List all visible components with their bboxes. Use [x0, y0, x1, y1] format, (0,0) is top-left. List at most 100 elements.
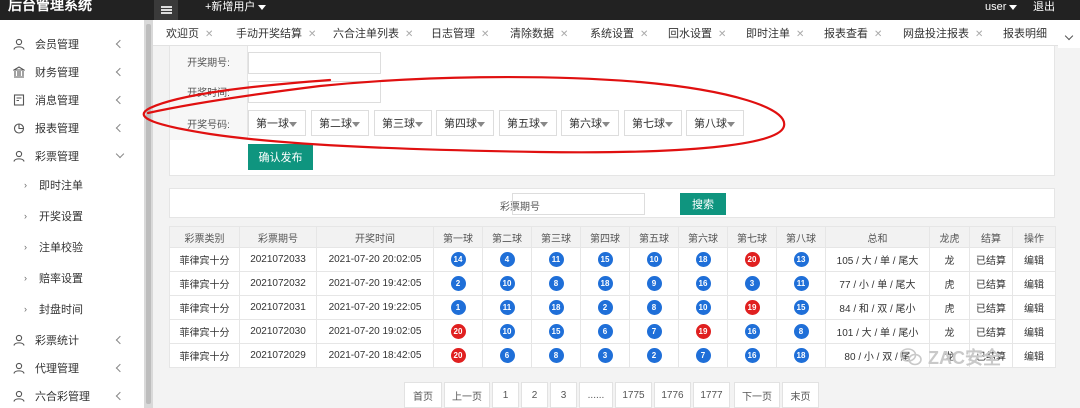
- ball-number: 19: [695, 324, 711, 339]
- caret-down-icon: [258, 4, 267, 10]
- sidebar-item-messages[interactable]: 消息管理: [0, 86, 144, 114]
- tab-mark-six-bets[interactable]: 六合注单列表 ✕: [333, 20, 413, 46]
- sidebar-item-label: 代理管理: [35, 363, 79, 375]
- ball-cell: 19: [678, 319, 728, 344]
- close-icon[interactable]: ✕: [718, 29, 726, 40]
- search-button[interactable]: 搜索: [680, 193, 726, 215]
- user-dropdown[interactable]: user: [985, 0, 1018, 14]
- sidebar-subitem-draw-settings[interactable]: › 开奖设置: [0, 201, 144, 231]
- sidebar-item-members[interactable]: 会员管理: [0, 30, 144, 58]
- ball-cell: 16: [727, 343, 777, 368]
- column-header: 第四球: [580, 226, 630, 248]
- ball-cell: 13: [776, 247, 826, 272]
- sidebar-scrollbar[interactable]: [144, 20, 153, 408]
- select-value: 第二球: [319, 118, 352, 130]
- edit-link[interactable]: 编辑: [1012, 343, 1056, 368]
- page-3-button[interactable]: 3: [550, 382, 577, 408]
- tab-rebate-settings[interactable]: 回水设置 ✕: [668, 20, 726, 46]
- chevron-left-icon: [115, 95, 125, 105]
- lottery-type-cell: 菲律宾十分: [169, 247, 240, 272]
- column-header: 彩票类别: [169, 226, 240, 248]
- tab-manual-draw[interactable]: 手动开奖结算 ✕: [236, 20, 316, 46]
- ball-cell: 8: [531, 271, 581, 296]
- sidebar-subitem-odds-settings[interactable]: › 赔率设置: [0, 263, 144, 293]
- sidebar-item-finance[interactable]: 财务管理: [0, 58, 144, 86]
- time-input[interactable]: [248, 81, 381, 103]
- period-input[interactable]: [248, 52, 381, 74]
- ball-number: 15: [793, 300, 809, 315]
- sidebar-item-label: 彩票统计: [35, 335, 79, 347]
- ball-number: 8: [793, 324, 809, 339]
- ball-cell: 3: [727, 271, 777, 296]
- sidebar-item-reports[interactable]: 报表管理: [0, 114, 144, 142]
- tab-scroll-button[interactable]: [1058, 26, 1080, 48]
- page-2-button[interactable]: 2: [521, 382, 548, 408]
- select-value: 第一球: [256, 118, 289, 130]
- menu-toggle-button[interactable]: [154, 0, 178, 20]
- last-page-button[interactable]: 末页: [782, 382, 819, 408]
- close-icon[interactable]: ✕: [560, 29, 568, 40]
- chevron-left-icon: [115, 335, 125, 345]
- close-icon[interactable]: ✕: [874, 29, 882, 40]
- document-icon: [13, 94, 25, 106]
- ball-3-select[interactable]: 第三球: [374, 110, 432, 136]
- ball-5-select[interactable]: 第五球: [499, 110, 557, 136]
- sidebar-item-agents[interactable]: 代理管理: [0, 354, 144, 382]
- ball-6-select[interactable]: 第六球: [561, 110, 619, 136]
- sidebar-item-mark-six[interactable]: 六合彩管理: [0, 382, 144, 408]
- tab-logs[interactable]: 日志管理 ✕: [431, 20, 489, 46]
- next-page-button[interactable]: 下一页: [734, 382, 780, 408]
- ball-4-select[interactable]: 第四球: [436, 110, 494, 136]
- first-page-button[interactable]: 首页: [404, 382, 442, 408]
- scrollbar-thumb[interactable]: [146, 24, 151, 404]
- chevron-down-icon: [115, 149, 125, 159]
- tab-instant-bets[interactable]: 即时注单 ✕: [746, 20, 804, 46]
- ball-2-select[interactable]: 第二球: [311, 110, 369, 136]
- page-1776-button[interactable]: 1776: [654, 382, 691, 408]
- close-icon[interactable]: ✕: [405, 29, 413, 40]
- sidebar-subitem-bet-check[interactable]: › 注单校验: [0, 232, 144, 262]
- sidebar-subitem-close-time[interactable]: › 封盘时间: [0, 294, 144, 324]
- chevron-left-icon: [115, 391, 125, 401]
- user-name: user: [985, 1, 1007, 13]
- ball-1-select[interactable]: 第一球: [248, 110, 306, 136]
- caret-down-icon: [727, 122, 735, 127]
- page-1-button[interactable]: 1: [492, 382, 519, 408]
- ball-7-select[interactable]: 第七球: [624, 110, 682, 136]
- sidebar-item-label: 报表管理: [35, 123, 79, 135]
- close-icon[interactable]: ✕: [640, 29, 648, 40]
- ball-number: 7: [695, 348, 711, 363]
- sidebar-item-label: 六合彩管理: [35, 391, 90, 403]
- sidebar-item-lottery[interactable]: 彩票管理: [0, 142, 144, 170]
- tab-online-bet-report[interactable]: 网盘投注报表 ✕: [903, 20, 983, 46]
- close-icon[interactable]: ✕: [481, 29, 489, 40]
- edit-link[interactable]: 编辑: [1012, 247, 1056, 272]
- edit-link[interactable]: 编辑: [1012, 295, 1056, 320]
- sidebar-item-lottery-stats[interactable]: 彩票统计: [0, 326, 144, 354]
- edit-link[interactable]: 编辑: [1012, 271, 1056, 296]
- tab-welcome[interactable]: 欢迎页 ✕: [166, 20, 213, 46]
- tab-system-settings[interactable]: 系统设置 ✕: [590, 20, 648, 46]
- tab-report-details[interactable]: 报表明细: [1003, 20, 1047, 46]
- close-icon[interactable]: ✕: [308, 29, 316, 40]
- page-1775-button[interactable]: 1775: [615, 382, 652, 408]
- ball-cell: 15: [776, 295, 826, 320]
- prev-page-button[interactable]: 上一页: [444, 382, 490, 408]
- tab-label: 回水设置: [668, 28, 712, 40]
- close-icon[interactable]: ✕: [975, 29, 983, 40]
- logout-link[interactable]: 退出: [1033, 0, 1055, 14]
- time-label: 开奖时间:: [170, 76, 248, 106]
- tab-report-view[interactable]: 报表查看 ✕: [824, 20, 882, 46]
- ball-8-select[interactable]: 第八球: [686, 110, 744, 136]
- close-icon[interactable]: ✕: [205, 29, 213, 40]
- search-input[interactable]: [512, 193, 645, 215]
- tab-clear-data[interactable]: 清除数据 ✕: [510, 20, 568, 46]
- new-user-dropdown[interactable]: +新增用户: [205, 0, 267, 20]
- publish-button[interactable]: 确认发布: [248, 144, 313, 170]
- edit-link[interactable]: 编辑: [1012, 319, 1056, 344]
- page-1777-button[interactable]: 1777: [693, 382, 730, 408]
- watermark: ZAC安全: [900, 344, 1001, 370]
- close-icon[interactable]: ✕: [796, 29, 804, 40]
- sidebar-subitem-instant-bets[interactable]: › 即时注单: [0, 170, 144, 200]
- user-icon: [13, 362, 25, 374]
